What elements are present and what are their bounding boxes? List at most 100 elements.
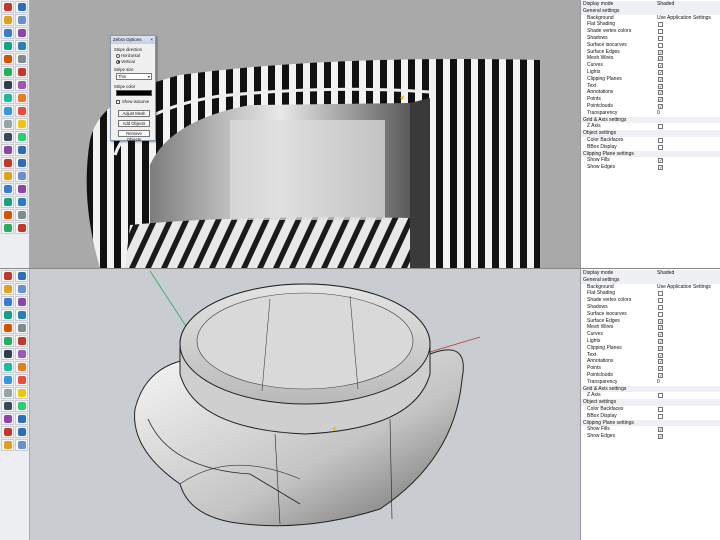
points-checkbox[interactable]: ✓ — [658, 97, 663, 103]
color-backfaces-checkbox[interactable] — [658, 406, 663, 412]
solid-box-button[interactable] — [15, 27, 28, 39]
shade-vertex-colors-checkbox[interactable] — [658, 29, 663, 35]
text-row[interactable]: Text ✓ — [581, 83, 720, 90]
annotations-row[interactable]: Annotations ✓ — [581, 89, 720, 96]
shadows-checkbox[interactable] — [658, 304, 663, 310]
polygon-tool-button[interactable] — [1, 335, 14, 347]
mesh-wires-checkbox[interactable]: ✓ — [658, 56, 663, 62]
layer-tool-button[interactable] — [1, 413, 14, 425]
mesh-wires-row[interactable]: Mesh Wires ✓ — [581, 324, 720, 331]
curves-row[interactable]: Curves ✓ — [581, 62, 720, 69]
show-edges-row[interactable]: Show Edges ✓ — [581, 433, 720, 440]
circle-tool-button[interactable] — [1, 183, 14, 195]
annotations-row[interactable]: Annotations ✓ — [581, 358, 720, 365]
pointclouds-checkbox[interactable]: ✓ — [658, 103, 663, 109]
flat-shading-row[interactable]: Flat Shading — [581, 290, 720, 297]
mesh-wires-checkbox[interactable]: ✓ — [658, 325, 663, 331]
mesh-tool-button[interactable] — [15, 348, 28, 360]
surface-tool-button[interactable] — [15, 283, 28, 295]
sphere-tool-button[interactable] — [15, 309, 28, 321]
analyze-tool-button[interactable] — [15, 387, 28, 399]
shadows-checkbox[interactable] — [658, 35, 663, 41]
background-value[interactable]: Use Application Settings — [657, 284, 711, 291]
show-fills-checkbox[interactable]: ✓ — [658, 427, 663, 433]
display-mode-value[interactable]: Shaded — [657, 1, 674, 8]
clipping-planes-row[interactable]: Clipping Planes ✓ — [581, 76, 720, 83]
transparency-value[interactable]: 0 — [657, 110, 660, 117]
curve-tool-button[interactable] — [1, 439, 14, 451]
solid-box-button[interactable] — [15, 296, 28, 308]
flat-shading-checkbox[interactable] — [658, 291, 663, 297]
shadows-row[interactable]: Shadows — [581, 304, 720, 311]
rotate-tool-button[interactable] — [15, 92, 28, 104]
circle-tool-button[interactable] — [1, 27, 14, 39]
bbox-display-checkbox[interactable] — [658, 144, 663, 150]
surface-edges-checkbox[interactable]: ✓ — [658, 49, 663, 55]
pointclouds-checkbox[interactable]: ✓ — [658, 372, 663, 378]
text-row[interactable]: Text ✓ — [581, 352, 720, 359]
annotations-checkbox[interactable]: ✓ — [658, 90, 663, 96]
show-isocurve-checkbox[interactable] — [116, 100, 120, 104]
lights-checkbox[interactable]: ✓ — [658, 69, 663, 75]
arc-tool-button[interactable] — [1, 309, 14, 321]
zebra-tool-button[interactable] — [15, 144, 28, 156]
clipping-planes-checkbox[interactable]: ✓ — [658, 76, 663, 82]
surface-isocurves-checkbox[interactable] — [658, 42, 663, 48]
surface-edges-checkbox[interactable]: ✓ — [658, 318, 663, 324]
flat-shading-row[interactable]: Flat Shading — [581, 21, 720, 28]
z-axis-checkbox[interactable] — [658, 393, 663, 399]
text-checkbox[interactable]: ✓ — [658, 352, 663, 358]
boolean-tool-button[interactable] — [15, 105, 28, 117]
cone-tool-button[interactable] — [15, 66, 28, 78]
z-axis-row[interactable]: Z Axis — [581, 123, 720, 130]
show-edges-checkbox[interactable]: ✓ — [658, 165, 663, 171]
color-backfaces-row[interactable]: Color Backfaces — [581, 137, 720, 144]
select-arrow-button[interactable] — [1, 426, 14, 438]
cone-tool-button[interactable] — [15, 335, 28, 347]
vertical-radio[interactable]: Vertical — [116, 59, 135, 64]
clipping-planes-row[interactable]: Clipping Planes ✓ — [581, 345, 720, 352]
pointclouds-row[interactable]: Pointclouds ✓ — [581, 372, 720, 379]
surface-isocurves-checkbox[interactable] — [658, 311, 663, 317]
surface-tool-button[interactable] — [15, 170, 28, 182]
shade-vertex-colors-row[interactable]: Shade vertex colors — [581, 297, 720, 304]
lights-row[interactable]: Lights ✓ — [581, 69, 720, 76]
fillet-tool-button[interactable] — [1, 387, 14, 399]
curve-tool-button[interactable] — [1, 14, 14, 26]
z-axis-checkbox[interactable] — [658, 124, 663, 130]
polygon-tool-button[interactable] — [1, 222, 14, 234]
transparency-row[interactable]: Transparency 0 — [581, 379, 720, 386]
show-fills-row[interactable]: Show Fills ✓ — [581, 157, 720, 164]
text-checkbox[interactable]: ✓ — [658, 83, 663, 89]
lights-checkbox[interactable]: ✓ — [658, 338, 663, 344]
mesh-wires-row[interactable]: Mesh Wires ✓ — [581, 55, 720, 62]
shade-vertex-colors-row[interactable]: Shade vertex colors — [581, 28, 720, 35]
transparency-row[interactable]: Transparency 0 — [581, 110, 720, 117]
annotations-checkbox[interactable]: ✓ — [658, 359, 663, 365]
fillet-tool-button[interactable] — [1, 118, 14, 130]
bbox-display-row[interactable]: BBox Display — [581, 413, 720, 420]
show-fills-row[interactable]: Show Fills ✓ — [581, 426, 720, 433]
point-cloud-button[interactable] — [15, 270, 28, 282]
points-checkbox[interactable]: ✓ — [658, 366, 663, 372]
rectangle-tool-button[interactable] — [1, 322, 14, 334]
zebra-tool-button[interactable] — [15, 413, 28, 425]
background-row[interactable]: Background Use Application Settings — [581, 284, 720, 291]
circle-tool-button[interactable] — [1, 296, 14, 308]
background-row[interactable]: Background Use Application Settings — [581, 15, 720, 22]
select-arrow-button[interactable] — [1, 270, 14, 282]
rectangle-tool-button[interactable] — [1, 209, 14, 221]
pointclouds-row[interactable]: Pointclouds ✓ — [581, 103, 720, 110]
z-axis-row[interactable]: Z Axis — [581, 392, 720, 399]
solid-box-button[interactable] — [15, 183, 28, 195]
scale-tool-button[interactable] — [1, 105, 14, 117]
show-edges-checkbox[interactable]: ✓ — [658, 434, 663, 440]
dimension-tool-button[interactable] — [1, 131, 14, 143]
render-tool-button[interactable] — [15, 400, 28, 412]
clipping-planes-checkbox[interactable]: ✓ — [658, 345, 663, 351]
flat-shading-checkbox[interactable] — [658, 22, 663, 28]
perspective-viewport-shaded[interactable] — [30, 269, 580, 540]
shadows-row[interactable]: Shadows — [581, 35, 720, 42]
points-row[interactable]: Points ✓ — [581, 365, 720, 372]
color-backfaces-checkbox[interactable] — [658, 137, 663, 143]
